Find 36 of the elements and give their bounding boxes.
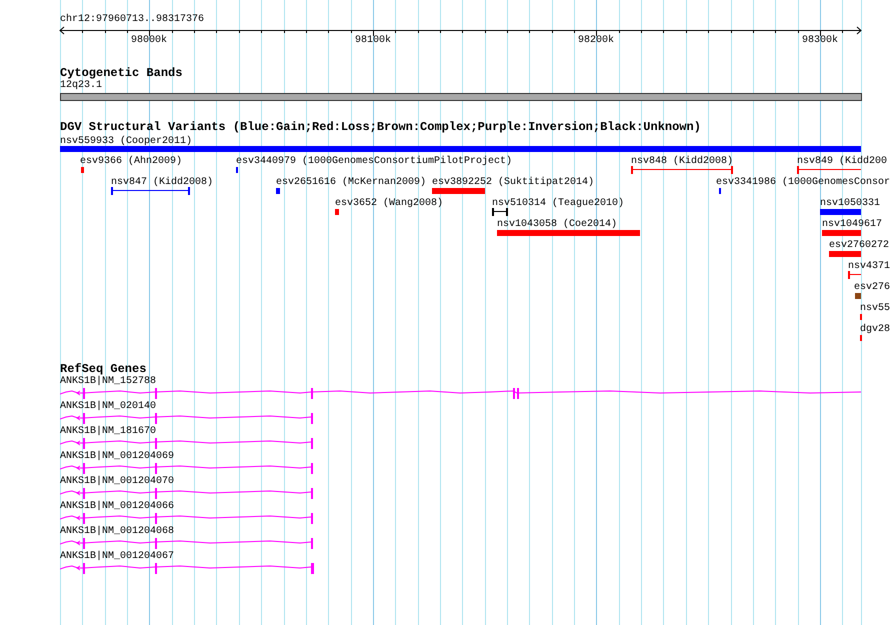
variant-label: nsv55 bbox=[860, 304, 890, 314]
tick-label: 98300k bbox=[802, 36, 838, 46]
track-title: RefSeq Genes bbox=[60, 363, 146, 375]
gene-label: ANKS1B|NM_152788 bbox=[60, 377, 156, 387]
variant-label: nsv847 (Kidd2008) bbox=[111, 178, 214, 188]
variant-label: nsv1043058 (Coe2014) bbox=[497, 220, 618, 230]
variant-label: nsv559933 (Cooper2011) bbox=[60, 137, 192, 147]
variant-label: esv2760272 bbox=[829, 241, 890, 251]
variant-label: esv9366 (Ahn2009) bbox=[80, 157, 182, 167]
variant-label: dgv28 bbox=[860, 325, 890, 335]
tick-label: 98100k bbox=[355, 36, 391, 46]
gene-label: ANKS1B|NM_001204068 bbox=[60, 527, 174, 537]
gene-label: ANKS1B|NM_001204067 bbox=[60, 552, 174, 562]
variant-label: esv2651616 (McKernan2009) bbox=[276, 178, 426, 188]
band-label: 12q23.1 bbox=[60, 81, 102, 91]
variant-label: nsv1049617 bbox=[822, 220, 882, 230]
variant-label: nsv510314 (Teague2010) bbox=[492, 199, 624, 209]
variant-label: nsv1050331 bbox=[820, 199, 880, 209]
gene-label: ANKS1B|NM_001204070 bbox=[60, 477, 174, 487]
variant-label: esv3440979 (1000GenomesConsortiumPilotProject) bbox=[236, 157, 512, 167]
track-title: DGV Structural Variants (Blue:Gain;Red:Loss;Brown:Complex;Purple:Inversion;Black:Unknown) bbox=[60, 121, 701, 133]
variant-label: nsv849 (Kidd200 bbox=[797, 157, 888, 167]
tick-label: 98200k bbox=[578, 36, 614, 46]
variant-label: nsv848 (Kidd2008) bbox=[631, 157, 734, 167]
location-label: chr12:97960713..98317376 bbox=[60, 15, 204, 25]
variant-label: esv3341986 (1000GenomesConsor bbox=[716, 178, 890, 188]
gene-label: ANKS1B|NM_001204069 bbox=[60, 452, 174, 462]
variant-label: esv3892252 (Suktitipat2014) bbox=[432, 178, 594, 188]
track-title: Cytogenetic Bands bbox=[60, 67, 182, 79]
gene-label: ANKS1B|NM_020140 bbox=[60, 402, 156, 412]
variant-label: esv276 bbox=[854, 283, 890, 293]
tick-label: 98000k bbox=[131, 36, 167, 46]
variant-label: esv3652 (Wang2008) bbox=[335, 199, 444, 209]
gene-label: ANKS1B|NM_001204066 bbox=[60, 502, 174, 512]
variant-label: nsv4371 bbox=[848, 262, 890, 272]
gene-label: ANKS1B|NM_181670 bbox=[60, 427, 156, 437]
